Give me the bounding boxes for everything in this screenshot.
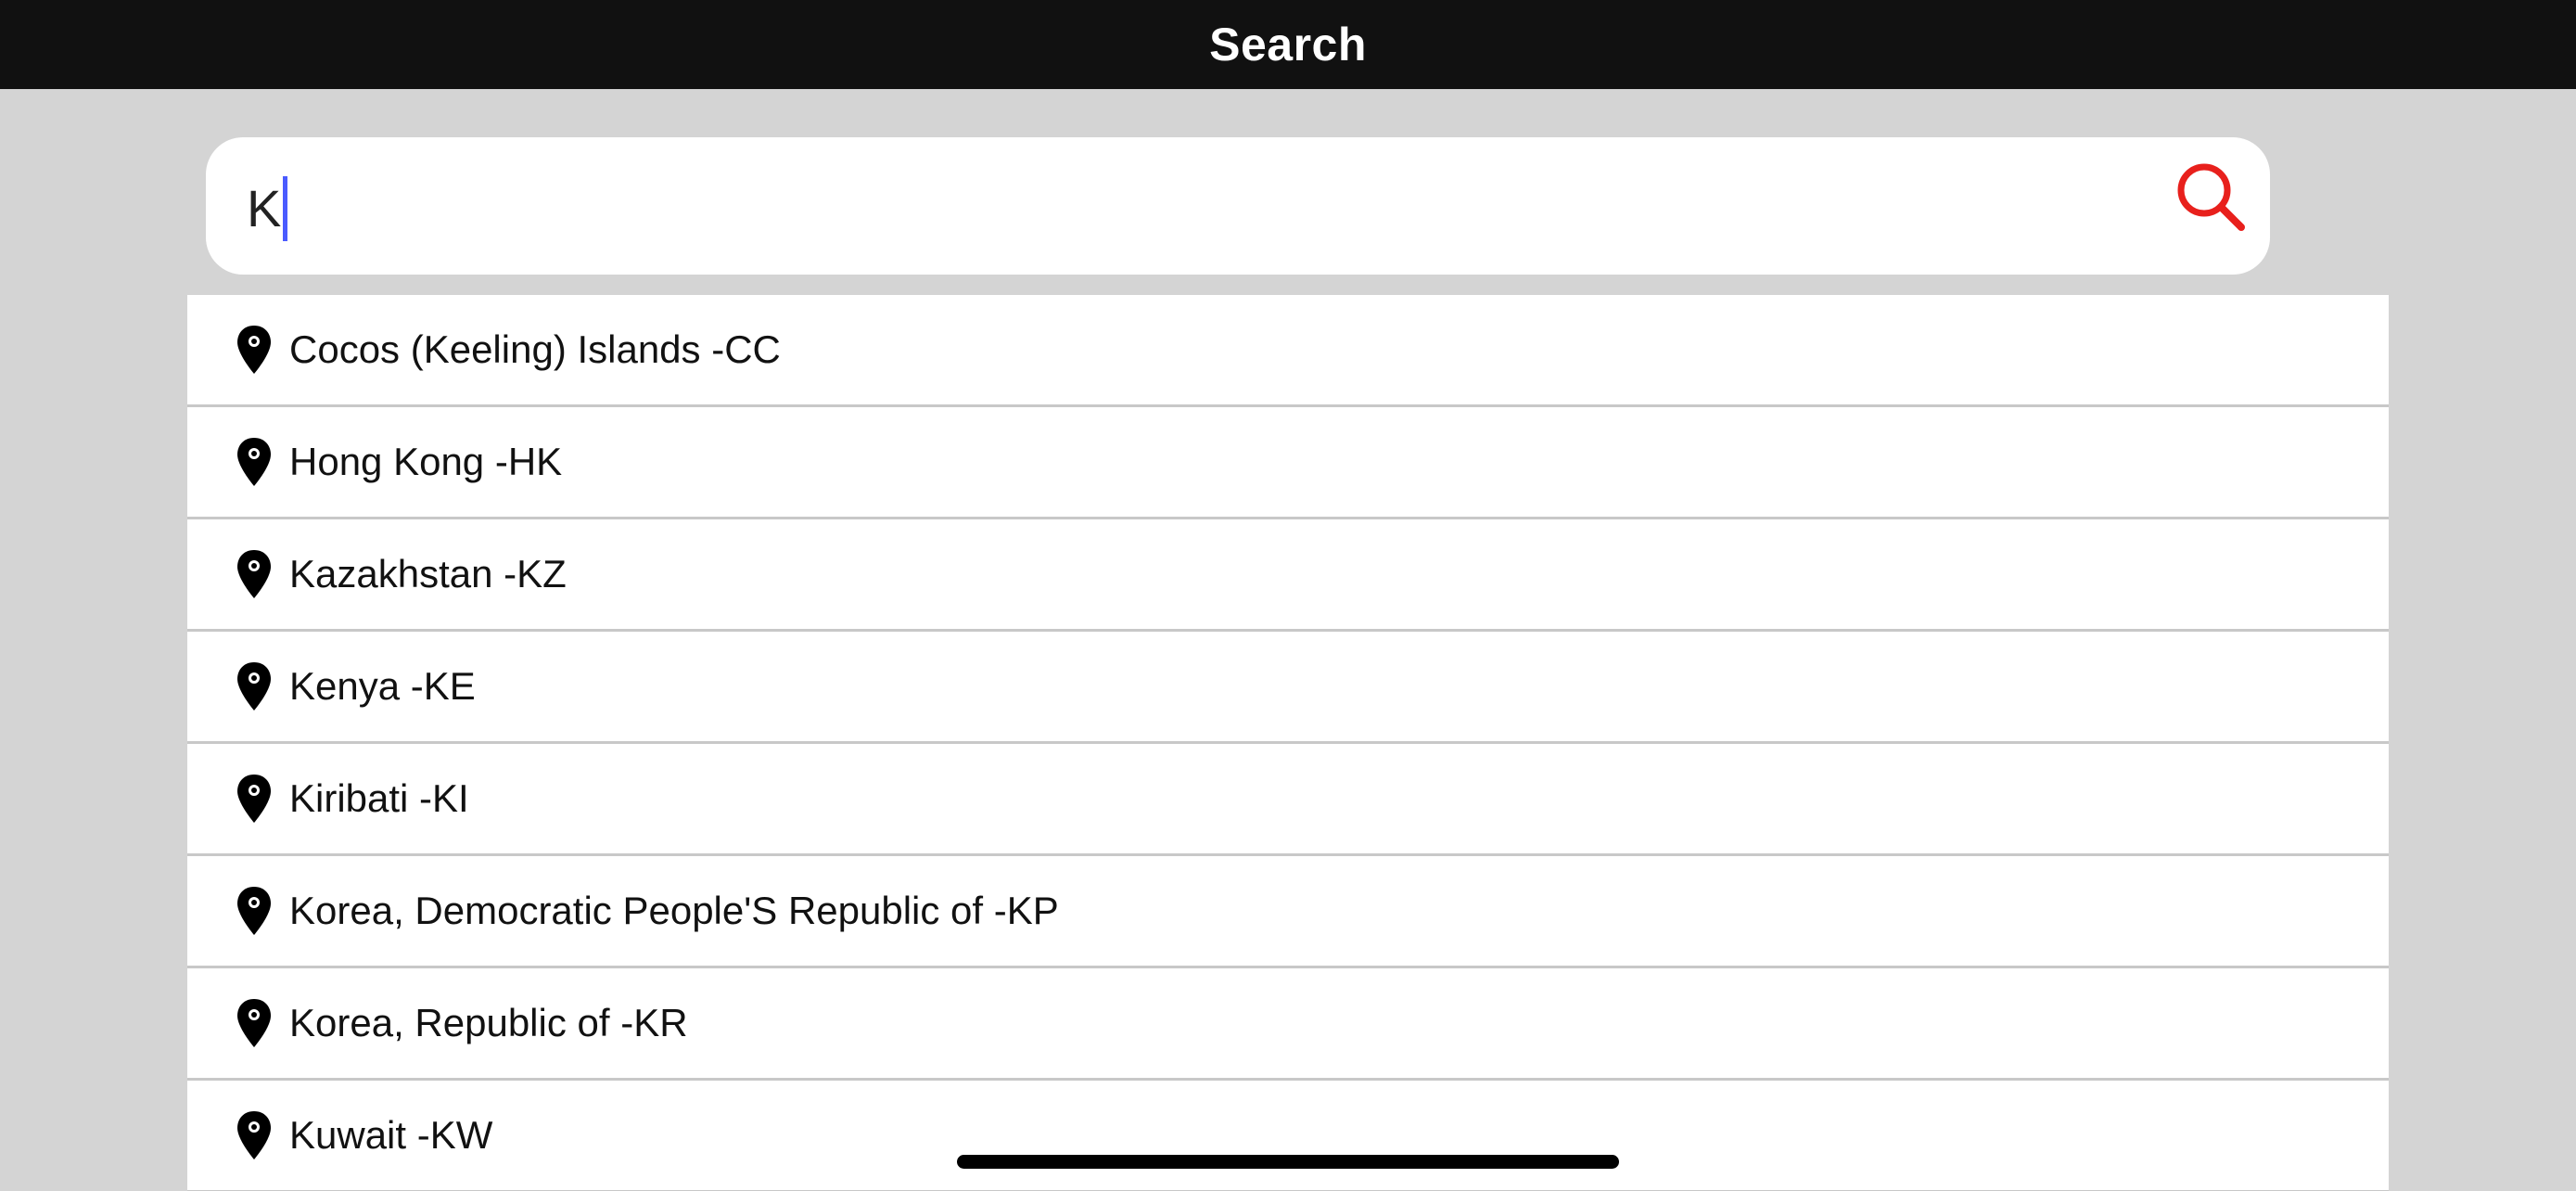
- map-pin-icon: [236, 436, 273, 488]
- list-item-label: Korea, Republic of -KR: [289, 1001, 688, 1044]
- text-caret: [283, 176, 288, 241]
- list-item[interactable]: Korea, Republic of -KR: [187, 968, 2389, 1081]
- search-results-list: Cocos (Keeling) Islands -CC Hong Kong -H…: [187, 295, 2389, 1191]
- map-pin-icon: [236, 773, 273, 825]
- list-item-label: Kenya -KE: [289, 664, 476, 708]
- map-pin-icon: [236, 324, 273, 376]
- search-box[interactable]: K: [206, 137, 2270, 275]
- list-item-label: Hong Kong -HK: [289, 440, 563, 483]
- map-pin-icon: [236, 885, 273, 937]
- map-pin-icon: [236, 660, 273, 712]
- list-item[interactable]: Kiribati -KI: [187, 744, 2389, 856]
- list-item[interactable]: Cocos (Keeling) Islands -CC: [187, 295, 2389, 407]
- list-item-label: Kiribati -KI: [289, 776, 469, 820]
- list-item[interactable]: Hong Kong -HK: [187, 407, 2389, 519]
- list-item-label: Kazakhstan -KZ: [289, 552, 567, 596]
- search-icon[interactable]: [2174, 160, 2248, 234]
- list-item[interactable]: Korea, Democratic People'S Republic of -…: [187, 856, 2389, 968]
- list-item-label: Korea, Democratic People'S Republic of -…: [289, 889, 1059, 932]
- search-input-value[interactable]: K: [247, 179, 281, 238]
- list-item-label: Cocos (Keeling) Islands -CC: [289, 327, 781, 371]
- home-indicator[interactable]: [957, 1155, 1619, 1169]
- list-item-label: Kuwait -KW: [289, 1113, 493, 1157]
- list-item[interactable]: Kenya -KE: [187, 632, 2389, 744]
- map-pin-icon: [236, 997, 273, 1049]
- map-pin-icon: [236, 548, 273, 600]
- list-item[interactable]: Kazakhstan -KZ: [187, 519, 2389, 632]
- top-bar: Search: [0, 0, 2576, 89]
- search-field[interactable]: K: [247, 176, 288, 241]
- map-pin-icon: [236, 1109, 273, 1161]
- page-title: Search: [1209, 19, 1367, 70]
- list-item[interactable]: Kuwait -KW: [187, 1081, 2389, 1191]
